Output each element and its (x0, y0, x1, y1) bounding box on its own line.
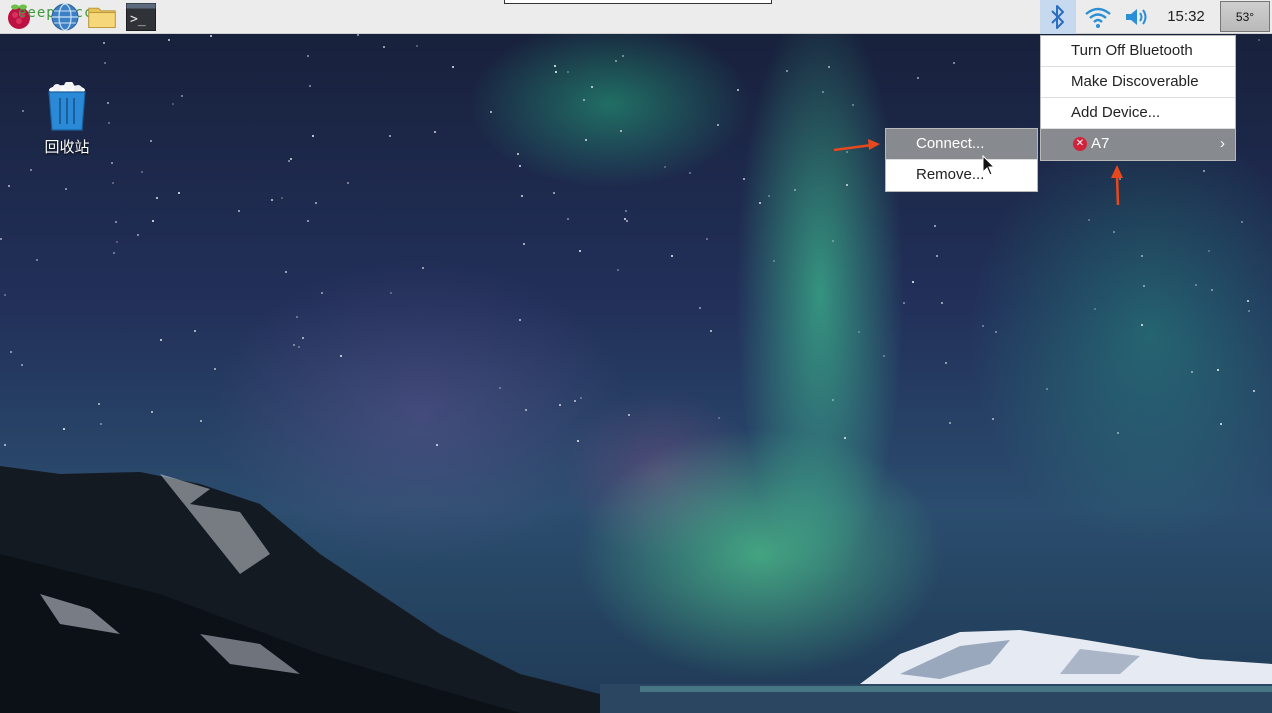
taskbar: eeepi.cc >_ (0, 0, 1272, 34)
menu-item-label: Make Discoverable (1071, 73, 1199, 90)
device-submenu: Connect... Remove... (885, 128, 1038, 192)
volume-tray-button[interactable] (1122, 2, 1152, 32)
trash-desktop-icon[interactable]: 回收站 (36, 81, 98, 157)
cpu-temperature-monitor[interactable]: 53° (1220, 1, 1270, 32)
menu-item-make-discoverable[interactable]: Make Discoverable (1041, 67, 1235, 98)
web-browser-button[interactable] (50, 2, 80, 32)
trash-label: 回收站 (44, 139, 90, 156)
terminal-icon: >_ (126, 3, 156, 31)
clock[interactable]: 15:32 (1160, 0, 1212, 34)
globe-icon (51, 3, 79, 31)
wifi-tray-button[interactable] (1083, 2, 1113, 32)
bluetooth-icon (1051, 5, 1064, 29)
menu-item-label: Add Device... (1071, 104, 1161, 121)
bluetooth-menu: Turn Off Bluetooth Make Discoverable Add… (1040, 35, 1236, 161)
menu-item-label: Turn Off Bluetooth (1071, 42, 1193, 59)
menu-item-connect[interactable]: Connect... (886, 129, 1037, 160)
menu-item-device-a7[interactable]: ✕ A7 › (1041, 129, 1235, 160)
disconnected-status-icon: ✕ (1073, 137, 1087, 151)
terminal-button[interactable]: >_ (126, 2, 156, 32)
menu-item-label: Remove... (916, 166, 985, 183)
svg-text:>_: >_ (130, 12, 146, 27)
menu-item-label: Connect... (916, 135, 985, 152)
trash-icon (48, 81, 86, 131)
file-manager-button[interactable] (87, 2, 117, 32)
wifi-icon (1085, 7, 1111, 28)
taskbar-window-button[interactable] (504, 0, 772, 4)
bluetooth-tray-button[interactable] (1040, 0, 1076, 34)
speaker-icon (1126, 9, 1147, 25)
folder-icon (88, 7, 116, 29)
chevron-right-icon: › (1220, 135, 1225, 152)
menu-item-remove[interactable]: Remove... (886, 160, 1037, 191)
menu-item-turn-off-bluetooth[interactable]: Turn Off Bluetooth (1041, 36, 1235, 67)
menu-item-add-device[interactable]: Add Device... (1041, 98, 1235, 129)
